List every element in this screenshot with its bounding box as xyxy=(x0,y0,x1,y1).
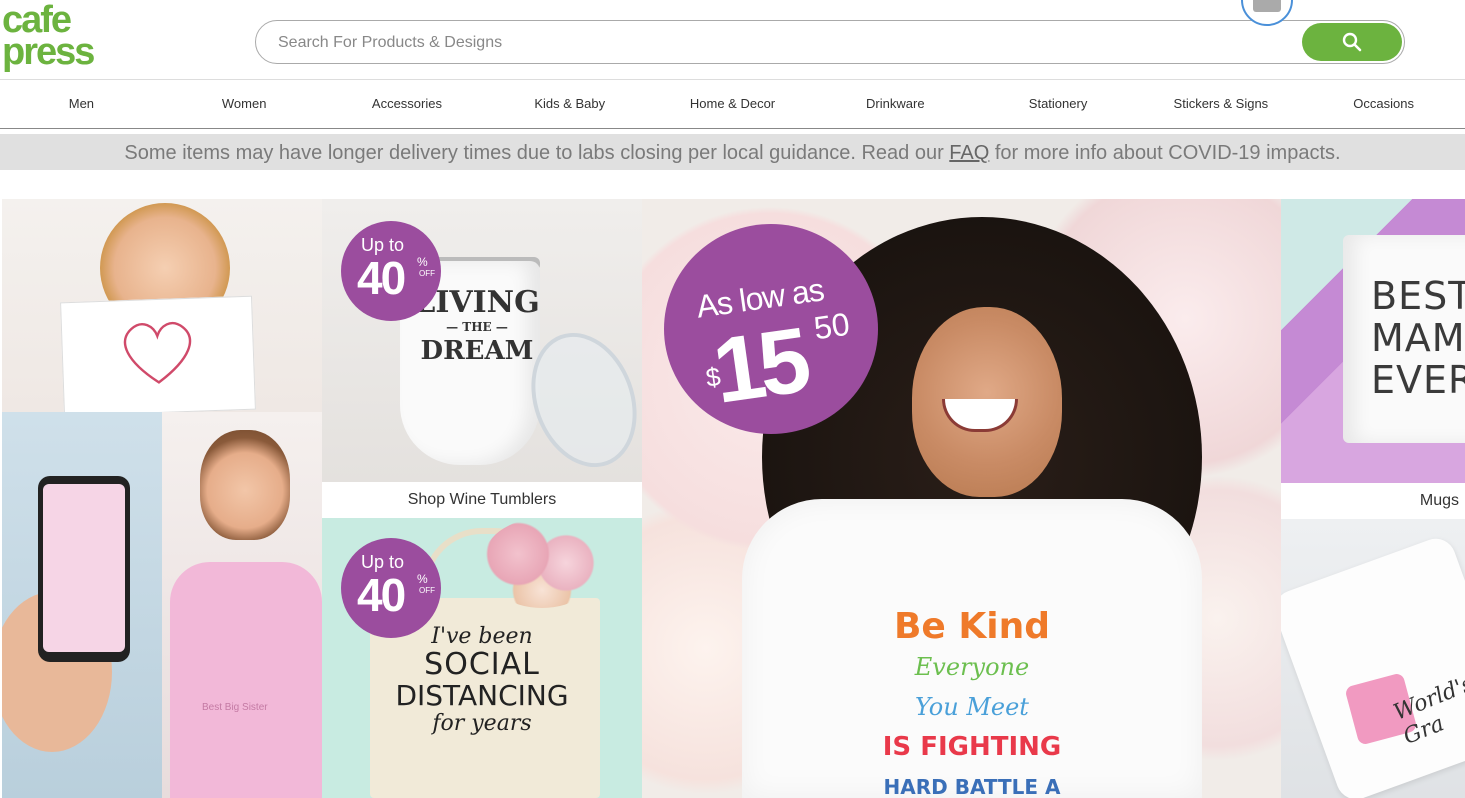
shop-wine-tumblers-link[interactable]: Shop Wine Tumblers xyxy=(322,482,642,518)
cafepress-logo[interactable]: cafe press xyxy=(2,1,98,73)
phone-photo xyxy=(38,476,130,662)
discount-badge: Up to 40 % OFF xyxy=(341,538,441,638)
search-icon xyxy=(1342,32,1362,52)
search-bar xyxy=(255,20,1405,64)
badge-off: OFF xyxy=(419,269,435,278)
badge-price-whole: 15 xyxy=(707,309,811,423)
price-badge: As low as $ 15 50 xyxy=(664,224,878,434)
nav-item-kids-baby[interactable]: Kids & Baby xyxy=(488,80,651,128)
tote-line-3: DISTANCING xyxy=(395,679,569,712)
badge-percent: % xyxy=(417,255,428,269)
mug-print: BEST. MAM EVER. xyxy=(1371,275,1465,401)
hero-shirt-print: Be Kind Everyone You Meet IS FIGHTING HA… xyxy=(862,607,1082,798)
tumbler-line-3: DREAM xyxy=(420,336,534,366)
mug-line-1: BEST. xyxy=(1371,274,1465,318)
pink-shirt xyxy=(170,562,322,798)
badge-price-cents: 50 xyxy=(811,305,852,347)
kid-drawing xyxy=(60,295,256,412)
nav-item-home-decor[interactable]: Home & Decor xyxy=(651,80,814,128)
search-button[interactable] xyxy=(1302,23,1402,61)
category-nav: Men Women Accessories Kids & Baby Home &… xyxy=(0,79,1465,129)
kid-drawing-tile[interactable] xyxy=(2,199,322,412)
nav-item-accessories[interactable]: Accessories xyxy=(326,80,489,128)
nav-item-men[interactable]: Men xyxy=(0,80,163,128)
nav-item-stationery[interactable]: Stationery xyxy=(977,80,1140,128)
mug-line-2: MAM xyxy=(1371,316,1465,360)
shirt-line-1: Be Kind xyxy=(893,606,1051,647)
tote-line-4: for years xyxy=(432,711,532,736)
nav-item-stickers-signs[interactable]: Stickers & Signs xyxy=(1139,80,1302,128)
badge-number: 40 xyxy=(357,569,406,621)
nav-item-occasions[interactable]: Occasions xyxy=(1302,80,1465,128)
nav-item-women[interactable]: Women xyxy=(163,80,326,128)
nav-item-drinkware[interactable]: Drinkware xyxy=(814,80,977,128)
tote-line-2: SOCIAL xyxy=(424,647,540,682)
faq-link[interactable]: FAQ xyxy=(949,142,989,164)
phone-app-tile[interactable] xyxy=(2,412,162,798)
shirt-print-text: Best Big Sister xyxy=(202,702,268,713)
white-shirt-photo xyxy=(1281,533,1465,798)
logo-line-2: press xyxy=(2,31,95,73)
tote-print: I've been SOCIAL DISTANCING for years xyxy=(382,624,582,736)
mug-tile[interactable]: BEST. MAM EVER. xyxy=(1281,199,1465,483)
mugs-link[interactable]: Mugs xyxy=(1281,483,1465,519)
flowers-photo xyxy=(482,518,602,608)
shirt-line-3: You Meet xyxy=(915,693,1029,721)
site-header: cafe press xyxy=(0,0,1465,78)
shirt-line-4: IS FIGHTING xyxy=(882,732,1062,762)
big-sister-shirt-tile[interactable]: Best Big Sister xyxy=(162,412,322,798)
badge-off: OFF xyxy=(419,586,435,595)
banner-text-before: Some items may have longer delivery time… xyxy=(124,142,950,164)
badge-number: 40 xyxy=(357,252,406,304)
delivery-notice-banner: Some items may have longer delivery time… xyxy=(0,134,1465,170)
discount-badge: Up to 40 % OFF xyxy=(341,221,441,321)
banner-text-after: for more info about COVID-19 impacts. xyxy=(989,142,1341,164)
heart-drawing-icon xyxy=(123,322,192,384)
mug-line-3: EVER. xyxy=(1371,358,1465,402)
search-input[interactable] xyxy=(276,31,1280,55)
shirt-line-5: HARD BATTLE A xyxy=(883,775,1061,798)
grandma-shirt-tile[interactable]: World's Gra xyxy=(1281,519,1465,798)
hero-tshirt-tile[interactable]: Be Kind Everyone You Meet IS FIGHTING HA… xyxy=(642,199,1281,798)
wine-tumbler-tile[interactable]: LIVING — THE — DREAM Up to 40 % OFF xyxy=(322,199,642,482)
model-photo xyxy=(200,430,290,540)
shirt-line-2: Everyone xyxy=(914,653,1030,681)
tote-bag-tile[interactable]: I've been SOCIAL DISTANCING for years Up… xyxy=(322,518,642,798)
badge-percent: % xyxy=(417,572,428,586)
tumbler-print: LIVING — THE — DREAM xyxy=(412,288,542,366)
